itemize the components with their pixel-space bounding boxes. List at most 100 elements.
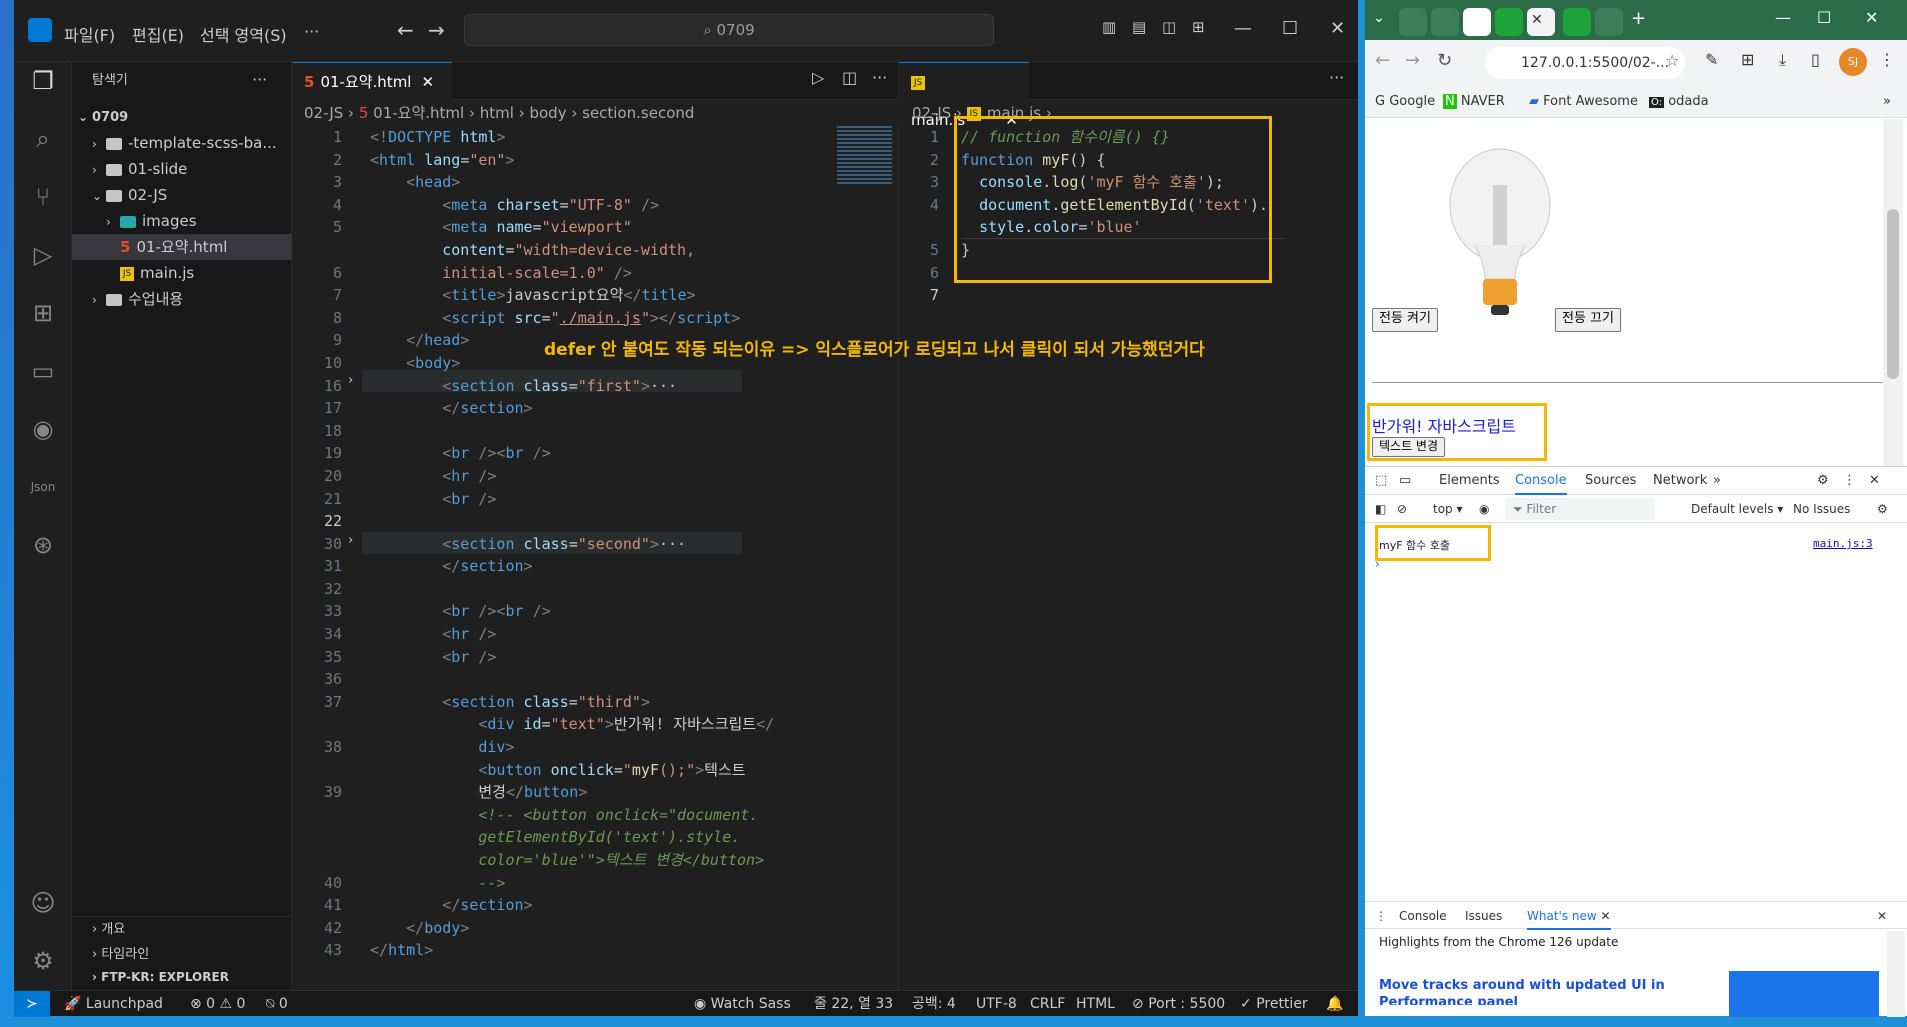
prettier[interactable]: ✓ Prettier	[1240, 991, 1308, 1017]
notifications-icon[interactable]: 🔔	[1326, 991, 1343, 1017]
bookmark-fontawesome[interactable]: ▰ Font Awesome	[1529, 86, 1638, 118]
tree-item-html[interactable]: 5 01-요약.html	[72, 234, 292, 260]
crumb[interactable]: section.second	[582, 104, 694, 122]
live-server-port[interactable]: ⊘ Port : 5500	[1132, 991, 1225, 1017]
bookmark-google[interactable]: G Google	[1375, 86, 1435, 118]
menu-more[interactable]: ···	[304, 22, 319, 41]
line-ending[interactable]: CRLF	[1030, 991, 1065, 1017]
tree-root[interactable]: ⌄ 0709	[72, 104, 292, 130]
close-drawer-icon[interactable]: ✕	[1877, 902, 1887, 930]
issues-count[interactable]: No Issues	[1793, 495, 1850, 523]
close-icon[interactable]: ✕	[1330, 18, 1345, 39]
layout-sidebar-icon[interactable]: ▥	[1102, 18, 1116, 36]
light-off-button[interactable]: 전등 끄기	[1555, 308, 1621, 332]
menu-file[interactable]: 파일(F)	[64, 22, 115, 46]
tab-sources[interactable]: Sources	[1585, 467, 1636, 495]
bookmark-naver[interactable]: N NAVER	[1443, 86, 1505, 118]
extensions-icon[interactable]: ⊞	[24, 294, 62, 332]
drawer-tab-issues[interactable]: Issues	[1465, 902, 1502, 930]
log-levels-select[interactable]: Default levels ▾	[1691, 495, 1783, 523]
crumb[interactable]: html	[480, 104, 514, 122]
close-tab-icon[interactable]: ✕	[421, 73, 434, 91]
maximize-icon[interactable]: ☐	[1282, 18, 1298, 39]
more-bookmarks-icon[interactable]: »	[1883, 86, 1891, 118]
maximize-icon[interactable]: ☐	[1817, 8, 1831, 27]
tree-item-images[interactable]: › images	[72, 208, 292, 234]
light-on-button[interactable]: 전등 켜기	[1372, 308, 1438, 332]
bookmark-odada[interactable]: O: odada	[1649, 86, 1709, 119]
scrollbar-thumb[interactable]	[1887, 209, 1899, 379]
remote-icon[interactable]: ≻	[14, 991, 50, 1017]
close-tab-icon[interactable]: ✕	[1601, 909, 1611, 923]
menu-selection[interactable]: 선택 영역(S)	[200, 22, 287, 46]
html-editor[interactable]: 12345 6 7 8 9 10 16 17 18 19 20 21 22 30 31 32 33 34 35 36…	[292, 126, 898, 990]
page-scrollbar[interactable]	[1883, 119, 1903, 466]
launchpad[interactable]: 🚀 Launchpad	[64, 991, 163, 1017]
git-graph-icon[interactable]: ⊛	[24, 526, 62, 564]
new-tab-icon[interactable]: +	[1631, 8, 1646, 29]
odada-tab-icon[interactable]	[1463, 8, 1491, 36]
more-actions-icon[interactable]: ···	[252, 70, 267, 89]
minimap[interactable]	[837, 126, 892, 186]
tab-icon[interactable]	[1495, 8, 1523, 36]
tree-item-template[interactable]: › -template-scss-ba...	[72, 130, 292, 156]
device-toggle-icon[interactable]: ▭	[1399, 467, 1411, 495]
crumb[interactable]: 02-JS	[912, 104, 951, 122]
bookmark-star-icon[interactable]: ☆	[1665, 51, 1679, 70]
layout-panel-icon[interactable]: ▤	[1132, 18, 1146, 36]
menu-icon[interactable]: ⋮	[1879, 50, 1895, 69]
split-editor-icon[interactable]: ◫	[842, 68, 857, 87]
console-prompt-icon[interactable]: ›	[1375, 557, 1380, 571]
sidepanel-icon[interactable]: ▯	[1811, 50, 1820, 69]
encoding[interactable]: UTF-8	[976, 991, 1017, 1017]
tree-item-mainjs[interactable]: JS main.js	[72, 260, 292, 286]
more-menu-icon[interactable]: ⋮	[1843, 467, 1856, 495]
ports[interactable]: ⍉ 0	[266, 991, 288, 1017]
tab-elements[interactable]: Elements	[1439, 467, 1500, 495]
minimize-icon[interactable]: —	[1775, 8, 1791, 27]
cursor-position[interactable]: 줄 22, 열 33	[814, 991, 893, 1017]
github-tab-icon[interactable]	[1399, 8, 1427, 36]
more-actions-icon[interactable]: ···	[872, 68, 887, 87]
settings-gear-icon[interactable]: ⚙	[1817, 467, 1829, 495]
tab-icon[interactable]	[1563, 8, 1591, 36]
indentation[interactable]: 공백: 4	[912, 991, 956, 1017]
drawer-tab-console[interactable]: Console	[1399, 902, 1447, 930]
section-ftp[interactable]: › FTP-KR: EXPLORER	[72, 964, 229, 990]
tab-html[interactable]: 5 01-요약.html ✕	[292, 62, 452, 100]
clear-console-icon[interactable]: ⊘	[1397, 495, 1407, 523]
tab-mainjs[interactable]: JSmain.js ✕	[899, 62, 1029, 129]
close-devtools-icon[interactable]: ✕	[1869, 467, 1880, 495]
whatsnew-title[interactable]: Move tracks around with updated UI in Pe…	[1379, 977, 1679, 1005]
sidebar-toggle-icon[interactable]: ◧	[1375, 495, 1386, 523]
download-icon[interactable]: ⤓	[1779, 50, 1786, 70]
fold-chevron-icon[interactable]: ›	[348, 533, 353, 548]
inspect-icon[interactable]: ⬚	[1375, 467, 1387, 495]
command-center-search[interactable]: ⌕ 0709	[464, 14, 994, 46]
avatar[interactable]: SJ	[1839, 48, 1867, 76]
drawer-menu-icon[interactable]: ⋮	[1375, 902, 1387, 930]
crumb[interactable]: body	[529, 104, 566, 122]
account-icon[interactable]: ☺	[24, 884, 62, 922]
watch-sass[interactable]: ◉ Watch Sass	[694, 991, 791, 1017]
tree-item-slide[interactable]: › 01-slide	[72, 156, 292, 182]
json-icon[interactable]: Json	[24, 468, 62, 506]
fold-chevron-icon[interactable]: ›	[348, 373, 353, 388]
settings-gear-icon[interactable]: ⚙	[24, 942, 62, 980]
forward-icon[interactable]: →	[1405, 50, 1420, 71]
problems[interactable]: ⊗ 0 ⚠ 0	[190, 991, 245, 1017]
more-actions-icon[interactable]: ···	[1329, 68, 1344, 87]
tab-icon[interactable]	[1431, 8, 1459, 36]
console-settings-icon[interactable]: ⚙	[1877, 495, 1888, 523]
pen-icon[interactable]: ✎	[1705, 50, 1718, 69]
menu-edit[interactable]: 편집(E)	[132, 22, 184, 46]
console-log-source[interactable]: main.js:3	[1813, 537, 1873, 550]
reload-icon[interactable]: ↻	[1437, 50, 1452, 71]
minimize-icon[interactable]: —	[1234, 18, 1252, 39]
context-select[interactable]: top ▾	[1433, 495, 1463, 523]
live-expression-eye-icon[interactable]: ◉	[1479, 495, 1489, 523]
crumb[interactable]: 02-JS	[304, 104, 343, 122]
drawer-scrollbar[interactable]	[1887, 931, 1905, 1017]
drawer-tab-whatsnew[interactable]: What's new ✕	[1527, 902, 1611, 930]
layout-custom-icon[interactable]: ⊞	[1192, 18, 1205, 36]
